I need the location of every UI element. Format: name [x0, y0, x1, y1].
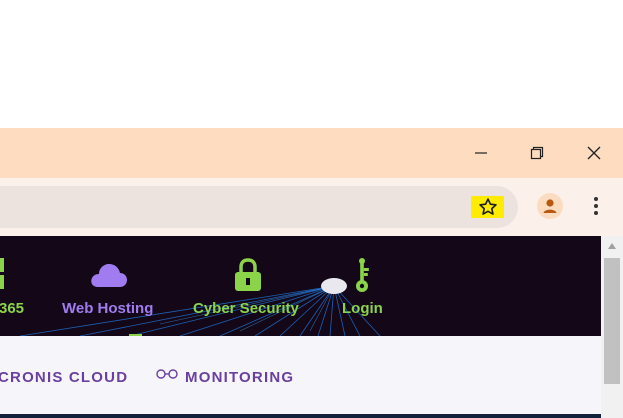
- subnav-item-cronis-cloud[interactable]: CRONIS CLOUD: [0, 369, 128, 386]
- scrollbar-thumb[interactable]: [604, 258, 620, 384]
- cloud-icon: [91, 264, 127, 287]
- bookmark-button[interactable]: [471, 196, 504, 218]
- glasses-icon: [156, 369, 178, 379]
- subnav-item-monitoring[interactable]: MONITORING: [185, 369, 294, 386]
- address-bar[interactable]: [0, 186, 518, 228]
- caret-up-icon: [608, 243, 616, 249]
- minimize-button[interactable]: [466, 139, 496, 167]
- minimize-icon: [475, 152, 487, 154]
- restore-icon: [530, 146, 544, 160]
- nav-item-365[interactable]: 365: [0, 300, 24, 317]
- blank-top-area: [0, 0, 623, 128]
- lock-icon: [235, 258, 261, 291]
- content-strip: [0, 414, 601, 418]
- windows-grid-icon: [0, 258, 4, 289]
- close-button[interactable]: [579, 139, 609, 167]
- close-icon: [587, 146, 601, 160]
- restore-button[interactable]: [522, 139, 552, 167]
- key-icon: [356, 258, 369, 292]
- nav-item-cyber-security[interactable]: Cyber Security: [193, 300, 299, 317]
- person-icon: [543, 199, 557, 213]
- kebab-menu-icon: [594, 197, 598, 215]
- browser-menu-button[interactable]: [586, 193, 606, 219]
- star-icon: [478, 198, 497, 215]
- nav-item-login[interactable]: Login: [342, 300, 383, 317]
- nav-item-web-hosting[interactable]: Web Hosting: [62, 300, 153, 317]
- profile-button[interactable]: [537, 193, 563, 219]
- scroll-up-button[interactable]: [601, 236, 623, 256]
